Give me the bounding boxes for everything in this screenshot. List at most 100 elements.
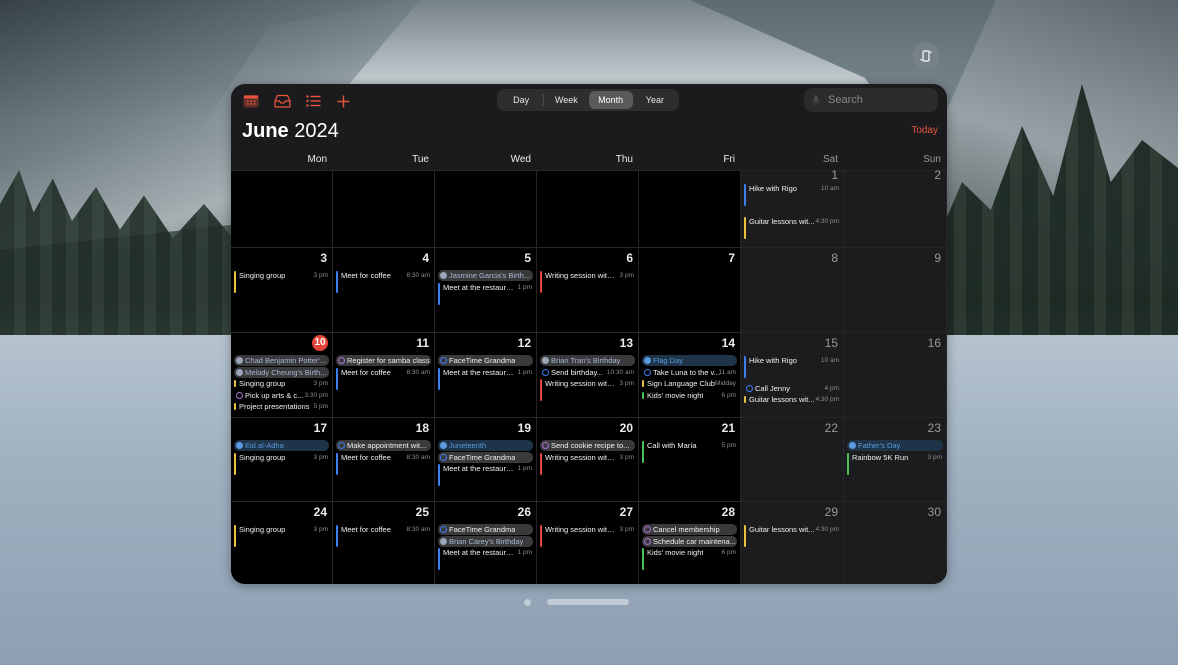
window-close-dot[interactable] [524, 599, 531, 606]
calendar-event[interactable]: Kids' movie night 6 pm [642, 547, 737, 571]
day-cell-10[interactable]: 10 Chad Benjamin Potter'... Melody Cheung'… [231, 332, 333, 417]
calendar-event[interactable]: Meet at the restaurant 1 pm [438, 463, 533, 487]
day-cell-12[interactable]: 12 FaceTime Grandma Meet at the restaurant… [435, 332, 537, 417]
day-cell-5[interactable]: 5 Jasmine Garcia's Birth... Meet at the re… [435, 247, 537, 332]
calendar-event[interactable]: Sign Language Club Midday [642, 378, 737, 389]
calendar-event[interactable]: Meet for coffee 8:30 am [336, 270, 431, 294]
calendar-event[interactable]: Singing group 3 pm [234, 270, 329, 294]
day-cell-24[interactable]: 24 Singing group 3 pm [231, 501, 333, 584]
calendar-event[interactable]: Writing session with... 3 pm [540, 378, 635, 402]
search-input[interactable] [826, 93, 930, 107]
microphone-icon[interactable] [812, 95, 820, 106]
day-cell-13[interactable]: 13 Brian Tran's Birthday Send birthday... 1… [537, 332, 639, 417]
reminder-circle-icon[interactable] [542, 442, 549, 449]
calendar-event[interactable]: Kids' movie night 6 pm [642, 390, 737, 401]
birthday-event[interactable]: Chad Benjamin Potter'... [234, 355, 329, 366]
calendar-event[interactable]: Meet for coffee 8:30 am [336, 524, 431, 548]
tab-month[interactable]: Month [588, 91, 633, 109]
calendar-event[interactable]: Hike with Rigo 10 am [744, 183, 840, 207]
holiday-event[interactable]: Eid al-Adha [234, 440, 329, 451]
calendar-event[interactable]: Project presentations 5 pm [234, 401, 329, 412]
reminder-item[interactable]: Schedule car maintena... [642, 535, 737, 547]
day-cell-1[interactable]: 1 Hike with Rigo 10 am Guitar lessons wit..… [741, 168, 844, 247]
calendar-event[interactable]: Hike with Rigo 10 am [744, 355, 840, 379]
day-cell-6[interactable]: 6 Writing session with... 3 pm [537, 247, 639, 332]
reminder-circle-icon[interactable] [542, 368, 549, 376]
rotate-device-button[interactable] [912, 42, 940, 70]
reminder-circle-icon[interactable] [644, 526, 651, 533]
calendar-event[interactable]: Writing session with... 3 pm [540, 270, 635, 294]
calendar-event[interactable]: Guitar lessons wit... 4:30 pm [744, 524, 840, 548]
window-grabber-bar[interactable] [547, 599, 629, 605]
day-cell-19[interactable]: 19 Juneteenth FaceTime Grandma Meet at the … [435, 417, 537, 501]
calendar-event[interactable]: Rainbow 5K Run 3 pm [847, 452, 943, 476]
day-cell-29[interactable]: 29 Guitar lessons wit... 4:30 pm [741, 501, 844, 584]
calendar-event[interactable]: Singing group 3 pm [234, 452, 329, 476]
day-cell-27[interactable]: 27 Writing session with... 3 pm [537, 501, 639, 584]
add-event-button[interactable] [334, 92, 352, 110]
calendar-event[interactable]: Guitar lessons wit... 4:30 pm [744, 216, 840, 240]
day-cell-23[interactable]: 23 Father's Day Rainbow 5K Run 3 pm [844, 417, 947, 501]
day-cell-30[interactable]: 30 [844, 501, 947, 584]
holiday-event[interactable]: Juneteenth [438, 440, 533, 451]
birthday-event[interactable]: Brian Tran's Birthday [540, 355, 635, 366]
day-cell-3[interactable]: 3 Singing group 3 pm [231, 247, 333, 332]
day-cell-4[interactable]: 4 Meet for coffee 8:30 am [333, 247, 435, 332]
reminder-circle-icon[interactable] [440, 453, 447, 461]
calendar-event[interactable]: Writing session with... 3 pm [540, 524, 635, 548]
empty-day-cell[interactable] [435, 170, 537, 247]
calendar-event[interactable]: Call with María 5 pm [642, 440, 737, 464]
reminder-item[interactable]: Call Jenny 4 pm [744, 383, 840, 394]
calendar-event[interactable]: Singing group 3 pm [234, 378, 329, 389]
reminder-circle-icon[interactable] [746, 384, 753, 392]
day-cell-14[interactable]: 14 Flag Day Take Luna to the v... 11 am Sign… [639, 332, 741, 417]
reminder-item[interactable]: FaceTime Grandma [438, 451, 533, 463]
reminder-item[interactable]: Send birthday... 10:30 am [540, 367, 635, 378]
day-cell-8[interactable]: 8 [741, 247, 844, 332]
reminder-circle-icon[interactable] [440, 357, 447, 364]
reminder-item[interactable]: Cancel membership [642, 524, 737, 535]
birthday-event[interactable]: Brian Carey's Birthday [438, 535, 533, 547]
empty-day-cell[interactable] [537, 170, 639, 247]
tab-year[interactable]: Year [633, 91, 677, 109]
day-cell-9[interactable]: 9 [844, 247, 947, 332]
day-cell-11[interactable]: 11 Register for samba class Meet for coffe… [333, 332, 435, 417]
day-cell-17[interactable]: 17 Eid al-Adha Singing group 3 pm [231, 417, 333, 501]
day-cell-15[interactable]: 15 Hike with Rigo 10 am Call Jenny 4 pm Guita… [741, 332, 844, 417]
inbox-button[interactable] [273, 92, 291, 110]
calendar-event[interactable]: Meet for coffee 8:30 am [336, 452, 431, 476]
reminder-circle-icon[interactable] [440, 526, 447, 533]
reminder-item[interactable]: Register for samba class [336, 355, 431, 366]
empty-day-cell[interactable] [231, 170, 333, 247]
calendar-event[interactable]: Writing session with... 3 pm [540, 452, 635, 476]
search-field[interactable] [804, 88, 938, 112]
birthday-event[interactable]: Melody Cheung's Birth... [234, 366, 329, 378]
calendar-event[interactable]: Meet at the restaurant 1 pm [438, 367, 533, 391]
today-button[interactable]: Today [911, 125, 938, 136]
reminder-item[interactable]: Take Luna to the v... 11 am [642, 367, 737, 378]
calendar-event[interactable]: Meet for coffee 8:30 am [336, 367, 431, 391]
holiday-event[interactable]: Flag Day [642, 355, 737, 366]
reminder-item[interactable]: Send cookie recipe to... [540, 440, 635, 451]
calendar-event[interactable]: Singing group 3 pm [234, 524, 329, 548]
holiday-event[interactable]: Father's Day [847, 440, 943, 451]
day-cell-26[interactable]: 26 FaceTime Grandma Brian Carey's Birthday… [435, 501, 537, 584]
list-view-button[interactable] [304, 92, 322, 110]
reminder-item[interactable]: Make appointment wit... [336, 440, 431, 451]
reminder-circle-icon[interactable] [236, 391, 243, 399]
calendar-event[interactable]: Meet at the restaurant 1 pm [438, 282, 533, 306]
calendars-button[interactable] [242, 92, 260, 110]
day-cell-7[interactable]: 7 [639, 247, 741, 332]
day-cell-16[interactable]: 16 [844, 332, 947, 417]
calendar-event[interactable]: Meet at the restaurant 1 pm [438, 547, 533, 571]
day-cell-25[interactable]: 25 Meet for coffee 8:30 am [333, 501, 435, 584]
birthday-event[interactable]: Jasmine Garcia's Birth... [438, 270, 533, 281]
day-cell-20[interactable]: 20 Send cookie recipe to... Writing sessio… [537, 417, 639, 501]
reminder-item[interactable]: Pick up arts & c... 3:30 pm [234, 390, 329, 401]
day-cell-28[interactable]: 28 Cancel membership Schedule car maintena… [639, 501, 741, 584]
reminder-circle-icon[interactable] [338, 357, 345, 364]
empty-day-cell[interactable] [639, 170, 741, 247]
day-cell-18[interactable]: 18 Make appointment wit... Meet for coffee… [333, 417, 435, 501]
day-cell-2[interactable]: 2 [844, 168, 947, 247]
reminder-item[interactable]: FaceTime Grandma [438, 524, 533, 535]
